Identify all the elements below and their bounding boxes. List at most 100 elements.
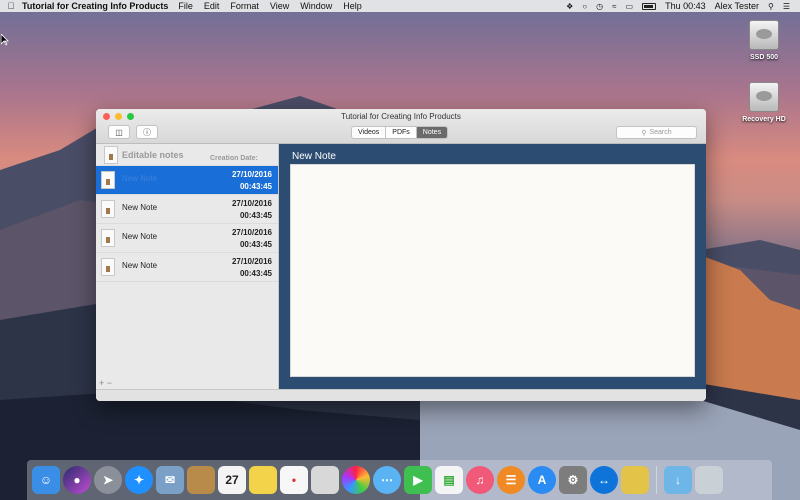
mail-icon[interactable]: ✉ <box>156 466 184 494</box>
reminders-icon[interactable]: • <box>280 466 308 494</box>
tab-notes[interactable]: Notes <box>416 127 448 138</box>
airplay-icon[interactable]: ▭ <box>626 2 634 11</box>
photos-icon[interactable] <box>342 466 370 494</box>
tab-pdfs[interactable]: PDFs <box>386 127 417 138</box>
downloads-folder-icon[interactable]: ↓ <box>664 466 692 494</box>
note-date: 27/10/2016 00:43:45 <box>232 198 272 222</box>
menu-help[interactable]: Help <box>343 1 362 11</box>
menu-file[interactable]: File <box>178 1 193 11</box>
note-date: 27/10/2016 00:43:45 <box>232 169 272 193</box>
window-footer <box>96 389 706 401</box>
system-preferences-icon[interactable]: ⚙ <box>559 466 587 494</box>
menu-edit[interactable]: Edit <box>204 1 220 11</box>
search-icon: ⚲ <box>641 129 647 137</box>
finder-icon[interactable]: ☺ <box>32 466 60 494</box>
notes-sidebar: Editable notes Creation Date: New Note 2… <box>96 144 279 389</box>
note-icon <box>101 258 115 276</box>
apple-menu-icon[interactable]:  <box>0 1 22 11</box>
messages-icon[interactable]: ⋯ <box>373 466 401 494</box>
app-store-icon[interactable]: A <box>528 466 556 494</box>
dock: ☺ ● ➤ ✦ ✉ 27 • ⋯ ▶ ▤ ♫ ☰ A ⚙ ↔ ↓ <box>27 460 772 500</box>
skype-icon[interactable]: ○ <box>582 2 587 11</box>
itunes-icon[interactable]: ♫ <box>466 466 494 494</box>
note-time-text: 00:43:45 <box>239 211 272 220</box>
menu-clock[interactable]: Thu 00:43 <box>665 1 706 11</box>
menu-user[interactable]: Alex Tester <box>715 1 759 11</box>
note-date: 27/10/2016 00:43:45 <box>232 256 272 280</box>
toggle-sidebar-button[interactable]: ◫ <box>108 125 130 139</box>
window-toolbar: Tutorial for Creating Info Products ◫ ⓘ … <box>96 109 706 144</box>
note-list-item[interactable]: New Note 27/10/2016 00:43:45 <box>96 195 278 224</box>
note-date-text: 27/10/2016 <box>231 257 272 266</box>
note-list-item[interactable]: New Note 27/10/2016 00:43:45 <box>96 224 278 253</box>
notification-center-icon[interactable]: ☰ <box>783 2 790 11</box>
desktop-drive-label: SSD 500 <box>749 54 779 61</box>
ibooks-icon[interactable]: ☰ <box>497 466 525 494</box>
note-name: New Note <box>122 203 158 212</box>
hard-drive-icon <box>749 20 779 50</box>
desktop-drive-recovery[interactable]: Recovery HD <box>734 82 794 123</box>
note-name: New Note <box>122 232 158 241</box>
note-date-text: 27/10/2016 <box>231 199 272 208</box>
note-list-item[interactable]: New Note 27/10/2016 00:43:45 <box>96 166 278 195</box>
menu-format[interactable]: Format <box>230 1 259 11</box>
desktop-drive-label: Recovery HD <box>742 116 786 123</box>
info-products-app-icon[interactable] <box>621 466 649 494</box>
menu-app-name[interactable]: Tutorial for Creating Info Products <box>22 1 168 11</box>
note-date-text: 27/10/2016 <box>231 228 272 237</box>
facetime-icon[interactable]: ▶ <box>404 466 432 494</box>
note-icon <box>104 146 118 164</box>
numbers-icon[interactable]: ▤ <box>435 466 463 494</box>
note-time-text: 00:43:45 <box>239 182 272 191</box>
note-date: 27/10/2016 00:43:45 <box>232 227 272 251</box>
search-placeholder: Search <box>649 129 672 136</box>
safari-icon[interactable]: ✦ <box>125 466 153 494</box>
note-body-textarea[interactable] <box>290 164 695 377</box>
search-field[interactable]: ⚲ Search <box>616 126 697 139</box>
note-title[interactable]: New Note <box>292 151 336 162</box>
battery-icon[interactable] <box>642 2 657 10</box>
sidebar-title: Editable notes <box>122 150 184 160</box>
mouse-pointer-icon <box>1 34 9 46</box>
sidebar-footer: + − <box>96 378 279 389</box>
note-icon <box>101 200 115 218</box>
dropbox-icon[interactable]: ❖ <box>566 2 573 11</box>
view-segmented-control: Videos PDFs Notes <box>351 126 449 139</box>
menu-view[interactable]: View <box>270 1 289 11</box>
tab-videos[interactable]: Videos <box>352 127 387 138</box>
note-time-text: 00:43:45 <box>239 240 272 249</box>
launchpad-icon[interactable]: ➤ <box>94 466 122 494</box>
menu-bar:  Tutorial for Creating Info Products Fi… <box>0 0 800 12</box>
info-button[interactable]: ⓘ <box>136 125 158 139</box>
note-icon <box>101 171 115 189</box>
wifi-icon[interactable]: ≈ <box>612 2 616 11</box>
note-time-text: 00:43:45 <box>239 269 272 278</box>
calendar-icon[interactable]: 27 <box>218 466 246 494</box>
note-icon <box>101 229 115 247</box>
hard-drive-icon <box>749 82 779 112</box>
trash-icon[interactable] <box>695 466 723 494</box>
siri-icon[interactable]: ● <box>63 466 91 494</box>
menu-window[interactable]: Window <box>300 1 332 11</box>
note-name: New Note <box>122 261 158 270</box>
sidebar-header: Editable notes Creation Date: <box>96 144 278 166</box>
add-note-button[interactable]: + <box>99 378 104 388</box>
preview-icon[interactable] <box>311 466 339 494</box>
note-editor: New Note <box>279 144 706 389</box>
dock-separator <box>656 466 657 494</box>
teamviewer-icon[interactable]: ↔ <box>590 466 618 494</box>
notes-book-icon[interactable] <box>187 466 215 494</box>
note-name: New Note <box>122 174 158 183</box>
note-date-text: 27/10/2016 <box>231 170 272 179</box>
creation-date-header[interactable]: Creation Date: <box>210 155 258 162</box>
desktop-drive-ssd[interactable]: SSD 500 <box>734 20 794 61</box>
info-icon: ⓘ <box>143 127 151 137</box>
app-window: Tutorial for Creating Info Products ◫ ⓘ … <box>96 109 706 401</box>
sidebar-icon: ◫ <box>115 127 123 137</box>
remove-note-button[interactable]: − <box>107 378 112 388</box>
note-list-item[interactable]: New Note 27/10/2016 00:43:45 <box>96 253 278 282</box>
window-title: Tutorial for Creating Info Products <box>341 112 461 121</box>
timemachine-icon[interactable]: ◷ <box>596 2 603 11</box>
notes-icon[interactable] <box>249 466 277 494</box>
spotlight-icon[interactable]: ⚲ <box>768 2 774 11</box>
